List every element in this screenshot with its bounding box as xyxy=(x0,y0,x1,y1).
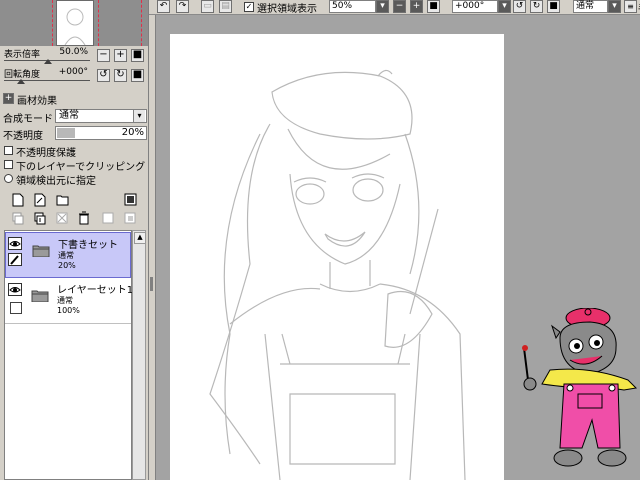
angle-box[interactable]: +000° xyxy=(452,0,498,13)
menu-icon[interactable]: ≡ xyxy=(624,0,637,13)
show-selection-checkbox[interactable]: ✓ xyxy=(244,2,254,12)
chevron-down-icon[interactable]: ▾ xyxy=(133,110,145,122)
navigator-thumbnail[interactable] xyxy=(0,0,148,46)
rotate-ccw-icon[interactable]: ↺ xyxy=(513,0,526,13)
paper-effect-label[interactable]: 画材効果 xyxy=(17,92,57,107)
new-layer-icon[interactable] xyxy=(12,193,24,207)
mascot-illustration xyxy=(522,308,638,467)
preserve-opacity-label: 不透明度保護 xyxy=(16,148,76,159)
navigator-view-edge-right xyxy=(98,0,99,46)
new-linework-layer-icon[interactable] xyxy=(34,193,46,207)
layer-opacity: 100% xyxy=(57,306,80,315)
zoom-out-button[interactable]: − xyxy=(97,49,110,62)
zoom-in-button[interactable]: + xyxy=(114,49,127,62)
blend-mode-label: 合成モード xyxy=(3,114,53,125)
rotation-slider-handle[interactable] xyxy=(17,79,25,84)
angle-select-value: +000° xyxy=(455,1,485,11)
opacity-value: 20% xyxy=(121,127,144,138)
clear-layer-icon[interactable] xyxy=(56,211,68,225)
drawing-paper[interactable] xyxy=(170,34,504,480)
layer-mask-apply-icon[interactable] xyxy=(124,211,136,225)
top-toolbar: ↶ ↷ ▭ ▤ ✓ 選択領域表示 50% ▾ − + ■ +000° ▾ ↺ ↻… xyxy=(149,0,640,15)
transfer-down-icon[interactable] xyxy=(12,211,24,225)
layer-mask-icon[interactable] xyxy=(124,193,138,207)
angle-dropdown-icon[interactable]: ▾ xyxy=(498,0,511,13)
zoom-label: 表示倍率 xyxy=(4,50,41,60)
rotate-ccw-button[interactable]: ↺ xyxy=(97,69,110,82)
zoom-reset-icon[interactable]: ■ xyxy=(427,0,440,13)
folder-icon xyxy=(31,290,49,302)
paper-effect-expand-icon[interactable]: + xyxy=(3,93,14,104)
layer-list[interactable]: 下書きセット 通常 20% レイヤーセット1 通常 100% xyxy=(4,230,134,480)
mode-box[interactable]: 通常 xyxy=(573,0,608,13)
trash-icon[interactable] xyxy=(78,211,90,225)
zoom-slider-handle[interactable] xyxy=(44,59,52,64)
rotation-value[interactable]: +000° xyxy=(42,67,90,80)
layer-row[interactable]: 下書きセット 通常 20% xyxy=(5,232,131,278)
navigator-page-preview xyxy=(56,0,94,46)
layer-scrollbar[interactable]: ▲ xyxy=(132,230,146,480)
zoom-reset-button[interactable]: ■ xyxy=(131,49,144,62)
navigator-view-edge-left xyxy=(52,0,53,46)
invert-selection-icon[interactable]: ▤ xyxy=(219,0,232,13)
zoom-dropdown-icon[interactable]: ▾ xyxy=(376,0,389,13)
mode-dropdown-icon[interactable]: ▾ xyxy=(608,0,621,13)
scroll-up-icon[interactable]: ▲ xyxy=(134,232,146,244)
redo-icon[interactable]: ↷ xyxy=(176,0,189,13)
selection-source-radio[interactable] xyxy=(4,174,13,183)
preserve-opacity-checkbox[interactable] xyxy=(4,146,13,155)
clipping-checkbox[interactable] xyxy=(4,160,13,169)
mode-select-value: 通常 xyxy=(576,1,595,11)
layer-lock-box[interactable] xyxy=(10,302,22,314)
navigator-view-edge-far xyxy=(141,0,142,46)
layer-name: 下書きセット xyxy=(58,240,118,251)
layer-name: レイヤーセット1 xyxy=(57,285,134,296)
pen-icon[interactable] xyxy=(8,253,22,266)
rotation-reset-button[interactable]: ■ xyxy=(131,69,144,82)
blend-mode-value: 通常 xyxy=(59,110,79,121)
selection-source-label: 領域検出元に指定 xyxy=(16,176,96,187)
zoom-select-value: 50% xyxy=(332,1,353,11)
opacity-fill xyxy=(57,128,75,138)
eye-icon[interactable] xyxy=(8,237,22,250)
folder-icon xyxy=(32,245,50,257)
zoom-box[interactable]: 50% xyxy=(329,0,376,13)
rotate-cw-icon[interactable]: ↻ xyxy=(530,0,543,13)
opacity-slider[interactable]: 20% xyxy=(55,126,147,140)
panel-splitter[interactable] xyxy=(149,15,156,480)
blend-mode-select[interactable]: 通常 ▾ xyxy=(55,109,147,123)
layer-mode: 通常 xyxy=(57,296,73,305)
deselect-icon[interactable]: ▭ xyxy=(201,0,214,13)
sketch-drawing xyxy=(209,69,466,480)
clipping-label: 下のレイヤーでクリッピング xyxy=(16,162,146,173)
zoom-in-icon[interactable]: + xyxy=(410,0,423,13)
rotate-reset-icon[interactable]: ■ xyxy=(547,0,560,13)
zoom-out-icon[interactable]: − xyxy=(393,0,406,13)
new-folder-icon[interactable] xyxy=(56,193,70,207)
layer-row[interactable]: レイヤーセット1 通常 100% xyxy=(5,278,134,324)
undo-icon[interactable]: ↶ xyxy=(157,0,170,13)
rotate-cw-button[interactable]: ↻ xyxy=(114,69,127,82)
eye-icon[interactable] xyxy=(8,283,22,296)
merge-down-icon[interactable] xyxy=(34,211,46,225)
layer-properties-icon[interactable] xyxy=(102,211,114,225)
layer-opacity: 20% xyxy=(58,261,76,270)
opacity-label: 不透明度 xyxy=(3,131,43,142)
layer-mode: 通常 xyxy=(58,251,74,260)
show-selection-label: 選択領域表示 xyxy=(257,4,317,15)
